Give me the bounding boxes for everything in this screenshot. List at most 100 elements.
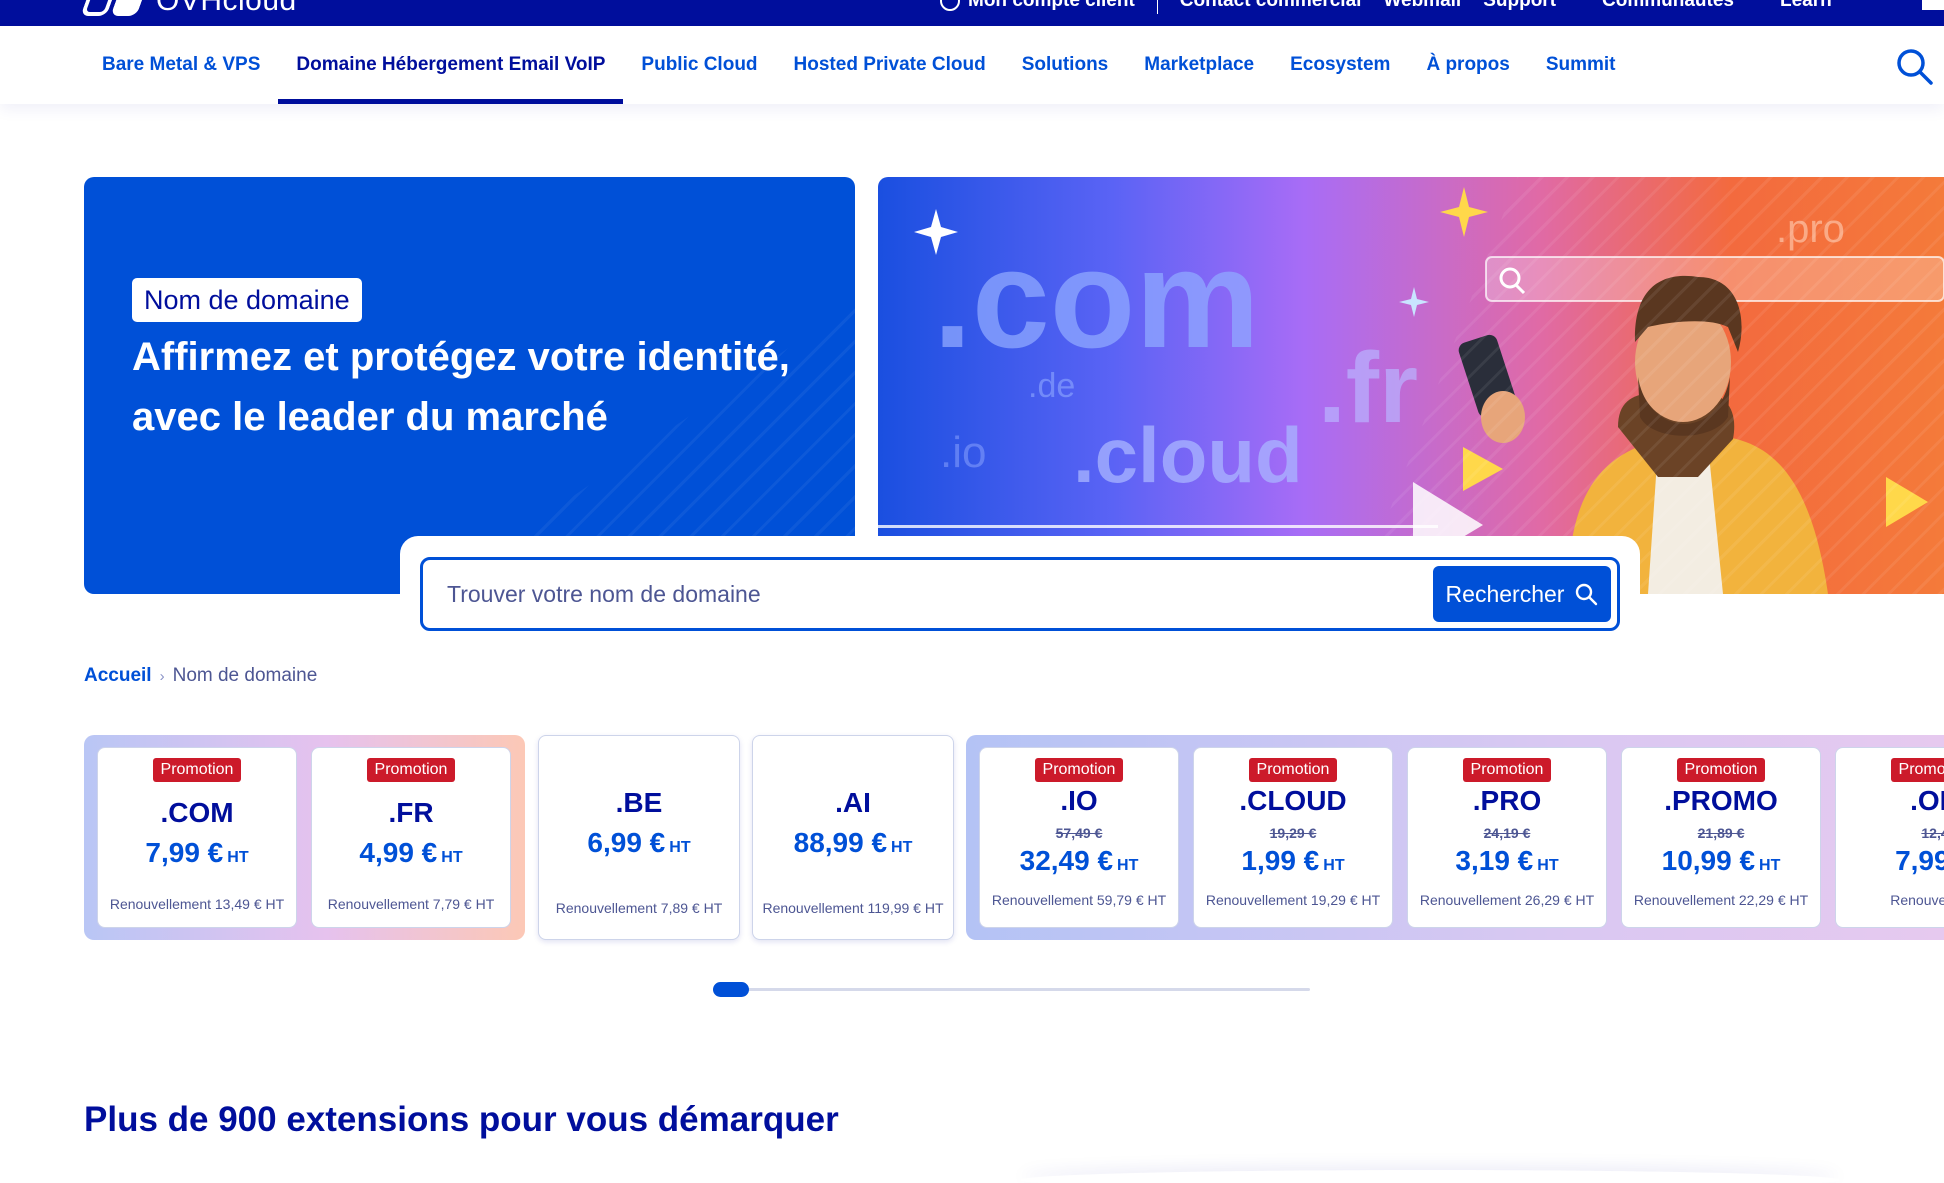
price-value: 6,99 € — [587, 827, 666, 858]
hero-title: Affirmez et protégez votre identité, ave… — [132, 335, 790, 439]
price-value: 3,19 € — [1455, 845, 1534, 876]
price-ht: HT — [1117, 857, 1139, 874]
search-icon[interactable] — [1894, 46, 1934, 86]
sparkle-icon — [1440, 187, 1488, 237]
price-ht: HT — [227, 849, 249, 866]
promotion-badge: Promotion — [1890, 758, 1944, 782]
domain-card-2[interactable]: .BE 6,99 € HT Renouvellement 7,89 € HT — [538, 735, 740, 940]
nav-item-8[interactable]: Summit — [1528, 26, 1634, 104]
domain-price: 10,99 € HT — [1622, 844, 1820, 883]
breadcrumb-current: Nom de domaine — [172, 665, 318, 686]
domain-extension: .FR — [388, 797, 434, 828]
price-ht: HT — [1759, 857, 1781, 874]
price-value: 4,99 € — [359, 837, 438, 868]
promotion-badge: Promotion — [1248, 758, 1338, 782]
domain-price: 4,99 € HT — [312, 836, 510, 875]
top-bar: OVHcloud Mon compte client Contact comme… — [0, 0, 1944, 26]
nav-items: Bare Metal & VPS Domaine Hébergement Emai… — [84, 26, 1634, 104]
domain-card-4[interactable]: Promotion .IO 57,49 € 32,49 € HT Renouvelleme… — [979, 747, 1179, 928]
user-icon — [940, 0, 960, 11]
old-price: 21,89 € — [1697, 825, 1745, 841]
nav-item-7[interactable]: À propos — [1408, 26, 1527, 104]
domain-extension: .BE — [615, 787, 663, 818]
domain-card-6[interactable]: Promotion .PRO 24,19 € 3,19 € HT Renouvelleme… — [1407, 747, 1607, 928]
domain-search-box: Rechercher — [420, 557, 1620, 631]
price-value: 1,99 € — [1241, 845, 1320, 876]
domain-extension: .CLOUD — [1239, 785, 1347, 816]
support-link[interactable]: Support — [1483, 0, 1556, 14]
renewal-price: Renouvellement 22,29 € HT — [1633, 892, 1809, 908]
domain-search-input[interactable] — [423, 580, 1433, 608]
ovhcloud-logo[interactable]: OVHcloud — [80, 0, 297, 17]
main-nav: Bare Metal & VPS Domaine Hébergement Emai… — [0, 26, 1944, 104]
nav-item-0[interactable]: Bare Metal & VPS — [84, 26, 278, 104]
price-value: 10,99 € — [1661, 845, 1756, 876]
language-flag-icon[interactable] — [1922, 0, 1944, 10]
promotion-badge: Promotion — [152, 758, 242, 782]
domain-card-3[interactable]: .AI 88,99 € HT Renouvellement 119,99 € HT — [752, 735, 954, 940]
domain-price: 3,19 € HT — [1408, 844, 1606, 883]
nav-item-2[interactable]: Public Cloud — [623, 26, 775, 104]
play-icon — [1886, 477, 1928, 527]
price-value: 7,99 — [1895, 845, 1944, 876]
logo-text: OVHcloud — [156, 0, 297, 17]
community-link[interactable]: Communautés — [1602, 0, 1734, 14]
nav-item-3[interactable]: Hosted Private Cloud — [776, 26, 1004, 104]
chevron-right-icon: › — [159, 667, 165, 685]
domain-card-1[interactable]: Promotion .FR 4,99 € HT Renouvellement 7,79 … — [311, 747, 511, 928]
price-ht: HT — [669, 839, 691, 856]
sales-contact-link[interactable]: Contact commercial — [1180, 0, 1362, 14]
domain-price: 32,49 € HT — [980, 844, 1178, 883]
sparkle-icon — [1399, 287, 1429, 317]
domain-card-8[interactable]: Promotion .OR 12,4 7,99HT Renouvelleme — [1835, 747, 1944, 928]
carousel-indicator[interactable] — [713, 982, 749, 997]
card-spacer — [753, 736, 953, 776]
renewal-price: Renouvellement 7,89 € HT — [555, 900, 723, 916]
price-value: 88,99 € — [793, 827, 888, 858]
nav-item-5[interactable]: Marketplace — [1126, 26, 1272, 104]
search-icon — [1576, 583, 1598, 606]
renewal-price: Renouvellement 7,79 € HT — [327, 896, 495, 912]
top-links: Mon compte client Contact commercial Web… — [940, 0, 1832, 14]
illustration-word-fr: .fr — [1318, 332, 1418, 444]
nav-item-4[interactable]: Solutions — [1004, 26, 1127, 104]
breadcrumb-home[interactable]: Accueil — [84, 665, 152, 687]
learn-link[interactable]: Learn — [1780, 0, 1832, 14]
domain-extension: .PRO — [1472, 785, 1542, 816]
domain-card-0[interactable]: Promotion .COM 7,99 € HT Renouvellement 13,4… — [97, 747, 297, 928]
breadcrumb: Accueil › Nom de domaine — [84, 665, 317, 687]
domain-price: 1,99 € HT — [1194, 844, 1392, 883]
illustration-search-bar — [1485, 256, 1944, 302]
domain-card-7[interactable]: Promotion .PROMO 21,89 € 10,99 € HT Renouvell… — [1621, 747, 1821, 928]
promotion-badge: Promotion — [366, 758, 456, 782]
domain-extension: .OR — [1910, 785, 1944, 816]
domain-extension: .IO — [1060, 785, 1098, 816]
old-price: 12,4 — [1921, 825, 1944, 841]
promotion-badge: Promotion — [1462, 758, 1552, 782]
nav-item-1[interactable]: Domaine Hébergement Email VoIP — [278, 26, 624, 104]
domain-extension: .AI — [835, 787, 871, 818]
hero-banner: Nom de domaine Affirmez et protégez votr… — [84, 177, 855, 594]
hero-illustration: .com .fr .cloud .de .io .pro — [878, 177, 1944, 594]
renewal-price: Renouvellement 19,29 € HT — [1205, 892, 1381, 908]
domain-price: 6,99 € HT — [539, 826, 739, 865]
search-button[interactable]: Rechercher — [1433, 566, 1611, 622]
domain-price: 7,99 € HT — [98, 836, 296, 875]
illustration-frame — [878, 525, 1438, 528]
promotion-badge: Promotion — [1676, 758, 1766, 782]
carousel-track[interactable] — [713, 988, 1310, 991]
domain-price: 7,99HT — [1836, 844, 1944, 883]
webmail-link[interactable]: Webmail — [1383, 0, 1461, 14]
card-spacer — [539, 736, 739, 776]
illustration-word-io: .io — [940, 428, 986, 477]
illustration-word-com: .com — [933, 220, 1260, 377]
domain-card-5[interactable]: Promotion .CLOUD 19,29 € 1,99 € HT Renouvelle… — [1193, 747, 1393, 928]
hero-badge: Nom de domaine — [132, 278, 362, 322]
nav-item-6[interactable]: Ecosystem — [1272, 26, 1408, 104]
renewal-price: Renouvellement 59,79 € HT — [991, 892, 1167, 908]
account-link[interactable]: Mon compte client — [940, 0, 1135, 14]
renewal-price: Renouvellement 26,29 € HT — [1419, 892, 1595, 908]
decorative-shadow — [1020, 1170, 1840, 1183]
ovhcloud-logo-icon — [80, 0, 146, 16]
price-ht: HT — [891, 839, 913, 856]
